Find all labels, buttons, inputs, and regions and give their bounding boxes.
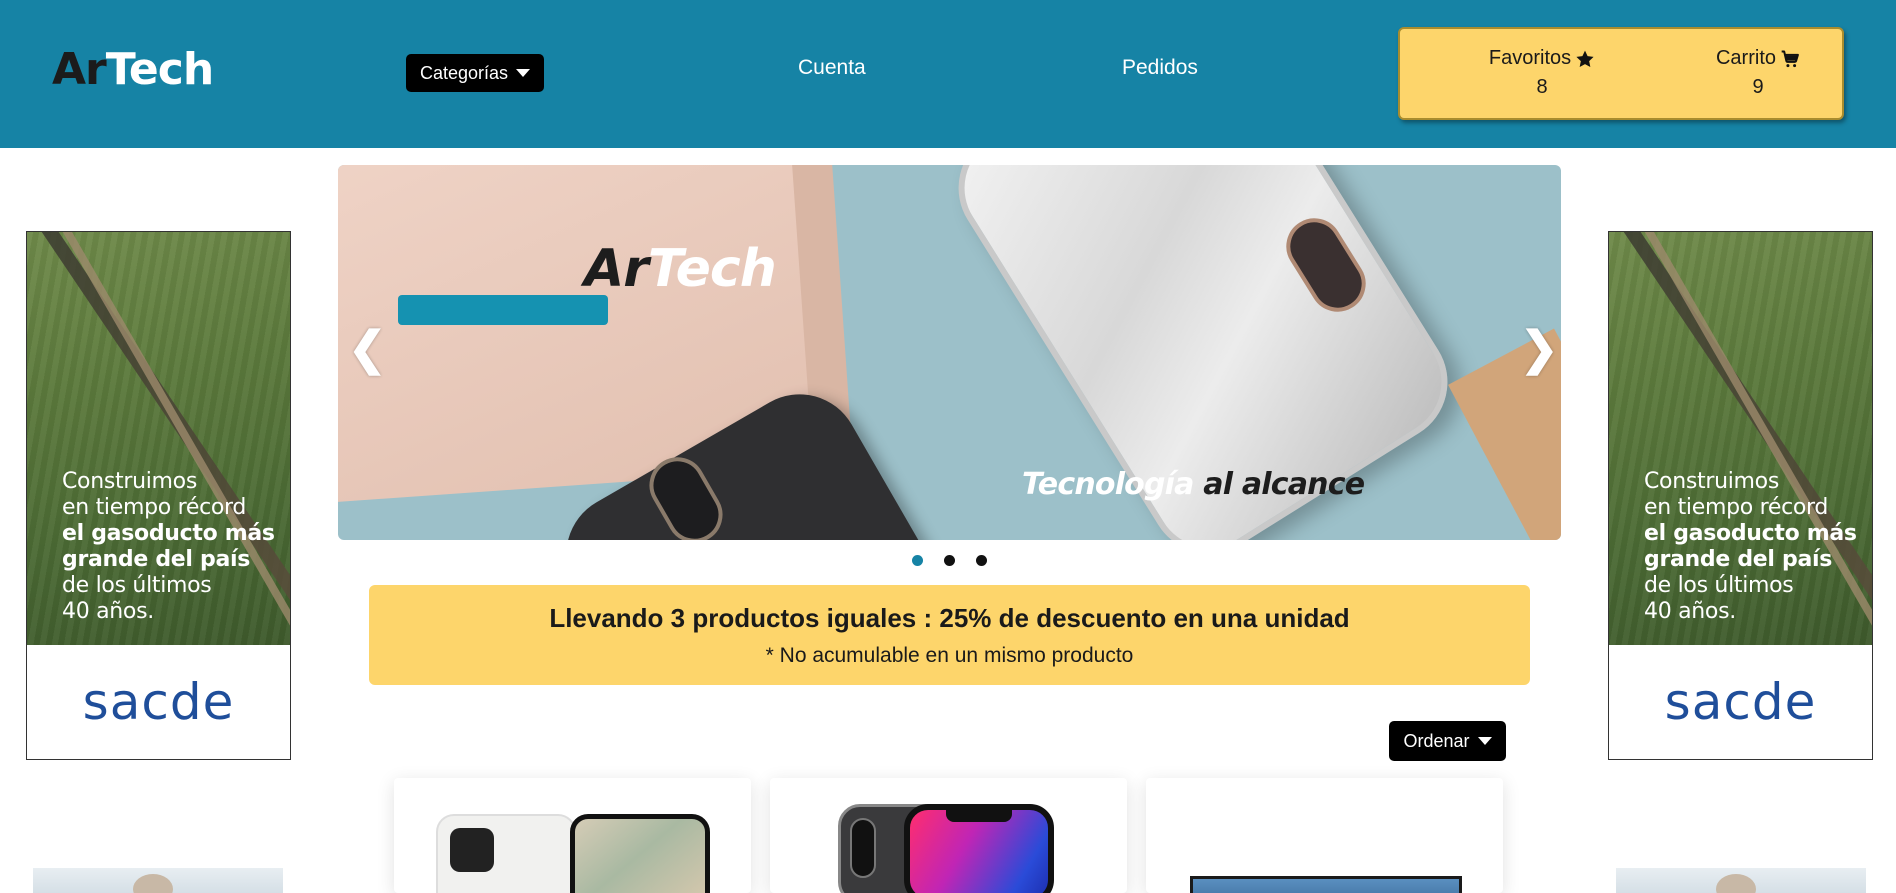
product-card[interactable]	[770, 778, 1127, 893]
hero-carousel: ArTech Tecnología al alcance ❮ ❯	[338, 165, 1561, 540]
categories-dropdown-button[interactable]: Categorías	[406, 54, 544, 92]
logo-part-ar: Ar	[52, 44, 107, 95]
product-card[interactable]	[1146, 778, 1503, 893]
side-ad-right[interactable]: Construimos en tiempo récord el gasoduct…	[1608, 231, 1873, 760]
carousel-indicators	[912, 555, 987, 566]
site-logo[interactable]: ArTech	[52, 44, 214, 95]
favorites-cart-panel: Favoritos 8 Carrito 9	[1398, 27, 1844, 120]
sort-label: Ordenar	[1403, 730, 1470, 751]
hero-brand: ArTech	[584, 239, 777, 299]
logo-part-tech: Tech	[105, 44, 214, 95]
favorites-count: 8	[1536, 76, 1548, 98]
promo-banner: Llevando 3 productos iguales : 25% de de…	[369, 585, 1530, 685]
carousel-dot-1[interactable]	[912, 555, 923, 566]
ad-text: Construimos en tiempo récord el gasoduct…	[62, 469, 275, 624]
side-ad-left-second[interactable]	[33, 868, 283, 893]
ad-pipeline-image: Construimos en tiempo récord el gasoduct…	[1609, 232, 1872, 645]
side-ad-right-second[interactable]	[1616, 868, 1866, 893]
star-icon	[1576, 50, 1594, 67]
nav-link-account[interactable]: Cuenta	[798, 56, 866, 80]
hero-tagline: Tecnología al alcance	[1022, 467, 1365, 502]
product-card[interactable]	[394, 778, 751, 893]
ad-brand-logo: sacde	[1664, 673, 1817, 731]
carousel-dot-2[interactable]	[944, 555, 955, 566]
favorites-button[interactable]: Favoritos 8	[1462, 47, 1622, 99]
ad-text: Construimos en tiempo récord el gasoduct…	[1644, 469, 1857, 624]
promo-subtitle: * No acumulable en un mismo producto	[765, 644, 1134, 667]
ad-pipeline-image: Construimos en tiempo récord el gasoduct…	[27, 232, 290, 645]
site-header: ArTech Categorías Cuenta Pedidos Favorit…	[0, 0, 1896, 148]
sort-dropdown-button[interactable]: Ordenar	[1389, 721, 1506, 761]
favorites-label: Favoritos	[1488, 47, 1572, 69]
cart-button[interactable]: Carrito 9	[1678, 47, 1838, 99]
nav-link-orders[interactable]: Pedidos	[1122, 56, 1198, 80]
product-image	[1190, 876, 1462, 893]
caret-down-icon	[1477, 737, 1492, 745]
carousel-dot-3[interactable]	[976, 555, 987, 566]
cart-count: 9	[1752, 76, 1764, 98]
caret-down-icon	[516, 69, 531, 77]
ad-brand-logo: sacde	[82, 673, 235, 731]
carousel-next-button[interactable]: ❯	[1520, 321, 1559, 375]
promo-title: Llevando 3 productos iguales : 25% de de…	[549, 603, 1350, 633]
categories-label: Categorías	[419, 62, 509, 83]
cart-label: Carrito	[1715, 47, 1776, 69]
cart-icon	[1781, 50, 1799, 67]
side-ad-left[interactable]: Construimos en tiempo récord el gasoduct…	[26, 231, 291, 760]
carousel-prev-button[interactable]: ❮	[348, 321, 387, 375]
